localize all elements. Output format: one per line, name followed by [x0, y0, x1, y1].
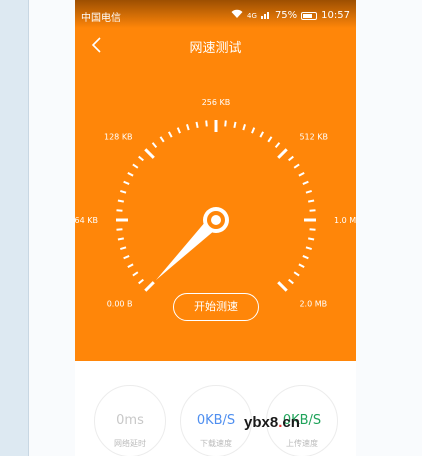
gauge-minor-tick: [274, 142, 281, 148]
latency-label: 网络延时: [114, 439, 146, 448]
gauge-minor-tick: [205, 120, 208, 127]
gauge-minor-tick: [293, 271, 300, 277]
latency-circle: 0ms 网络延时: [94, 385, 166, 456]
gauge-minor-tick: [195, 121, 199, 129]
status-bar: 中国电信 4G 75% 10:57: [75, 0, 356, 28]
download-value: 0KB/S: [196, 413, 236, 428]
gauge-minor-tick: [132, 163, 139, 169]
gauge-minor-tick: [298, 171, 305, 177]
gauge-label: 1.0 MB: [334, 216, 356, 225]
gauge-minor-tick: [123, 255, 130, 260]
battery-icon: [301, 11, 318, 20]
gauge-label: 128 KB: [104, 133, 133, 142]
gauge-minor-tick: [132, 271, 139, 277]
gauge-label: 0.00 B: [107, 299, 133, 308]
site-watermark: ybx8.cn: [244, 414, 300, 431]
gauge-minor-tick: [123, 180, 130, 185]
gauge-minor-tick: [293, 163, 300, 169]
page-title: 网速测试: [189, 41, 242, 56]
gauge-minor-tick: [186, 124, 190, 131]
gauge-minor-tick: [309, 209, 316, 212]
gauge-minor-tick: [288, 278, 294, 285]
gauge-minor-tick: [302, 255, 309, 260]
results-panel: 0ms 网络延时 0KB/S 下载速度 0KB/S 上传速度: [75, 361, 356, 456]
gauge-label: 256 KB: [202, 98, 231, 107]
gauge-dial: 0.00 B 64 KB 128 KB 256 KB 512 KB 1.0 MB 2.0 M…: [75, 98, 356, 308]
gauge-minor-tick: [267, 136, 273, 143]
carrier-name: 中国电信: [81, 13, 121, 24]
gauge-minor-tick: [242, 124, 246, 131]
network-type: 4G: [247, 11, 257, 20]
gauge-label: 2.0 MB: [299, 299, 327, 308]
gauge-minor-tick: [138, 278, 144, 285]
start-test-button[interactable]: 开始测速: [173, 293, 259, 321]
gauge-minor-tick: [305, 190, 312, 194]
gauge-minor-tick: [116, 209, 123, 212]
battery-percent: 75%: [274, 10, 298, 21]
download-circle: 0KB/S 下载速度: [180, 385, 252, 456]
gauge-major-tick: [144, 148, 155, 159]
gauge-minor-tick: [259, 131, 265, 138]
gauge-minor-tick: [302, 180, 309, 185]
title-bar: 网速测试: [75, 28, 356, 62]
gauge-minor-tick: [117, 199, 125, 203]
gauge-minor-tick: [138, 155, 144, 162]
gauge-minor-tick: [176, 127, 181, 134]
latency-value: 0ms: [116, 413, 144, 428]
signal-icon: [260, 10, 271, 22]
gauge-minor-tick: [127, 171, 134, 177]
gauge-minor-tick: [117, 237, 125, 241]
wifi-icon: [231, 9, 243, 22]
upload-label: 上传速度: [286, 439, 318, 448]
gauge-minor-tick: [307, 199, 315, 203]
gauge-minor-tick: [288, 155, 294, 162]
gauge-label: 64 KB: [75, 216, 98, 225]
clock: 10:57: [321, 10, 350, 21]
status-right: 4G 75% 10:57: [231, 9, 350, 22]
gauge-minor-tick: [159, 136, 165, 143]
gauge-major-tick: [277, 148, 288, 159]
gauge-major-tick: [144, 281, 155, 292]
gauge-minor-tick: [224, 120, 227, 127]
phone-screen: 中国电信 4G 75% 10:57 网速测试 0.00 B 64 KB 128 KB…: [75, 0, 356, 456]
gauge-minor-tick: [167, 131, 173, 138]
gauge-label: 512 KB: [299, 133, 328, 142]
gauge-minor-tick: [298, 263, 305, 269]
gauge-minor-tick: [120, 246, 127, 250]
gauge-minor-tick: [309, 228, 316, 231]
gauge-minor-tick: [233, 121, 237, 129]
gauge-minor-tick: [116, 228, 123, 231]
gauge-minor-tick: [307, 237, 315, 241]
gauge-minor-tick: [120, 190, 127, 194]
gauge-minor-tick: [151, 142, 158, 148]
speed-gauge: 0.00 B 64 KB 128 KB 256 KB 512 KB 1.0 MB 2.0 M…: [75, 95, 356, 325]
gauge-minor-tick: [305, 246, 312, 250]
gauge-minor-tick: [127, 263, 134, 269]
gauge-major-tick: [277, 281, 288, 292]
gauge-minor-tick: [251, 127, 256, 134]
download-label: 下载速度: [200, 439, 232, 448]
gauge-hub-dot: [211, 215, 221, 225]
